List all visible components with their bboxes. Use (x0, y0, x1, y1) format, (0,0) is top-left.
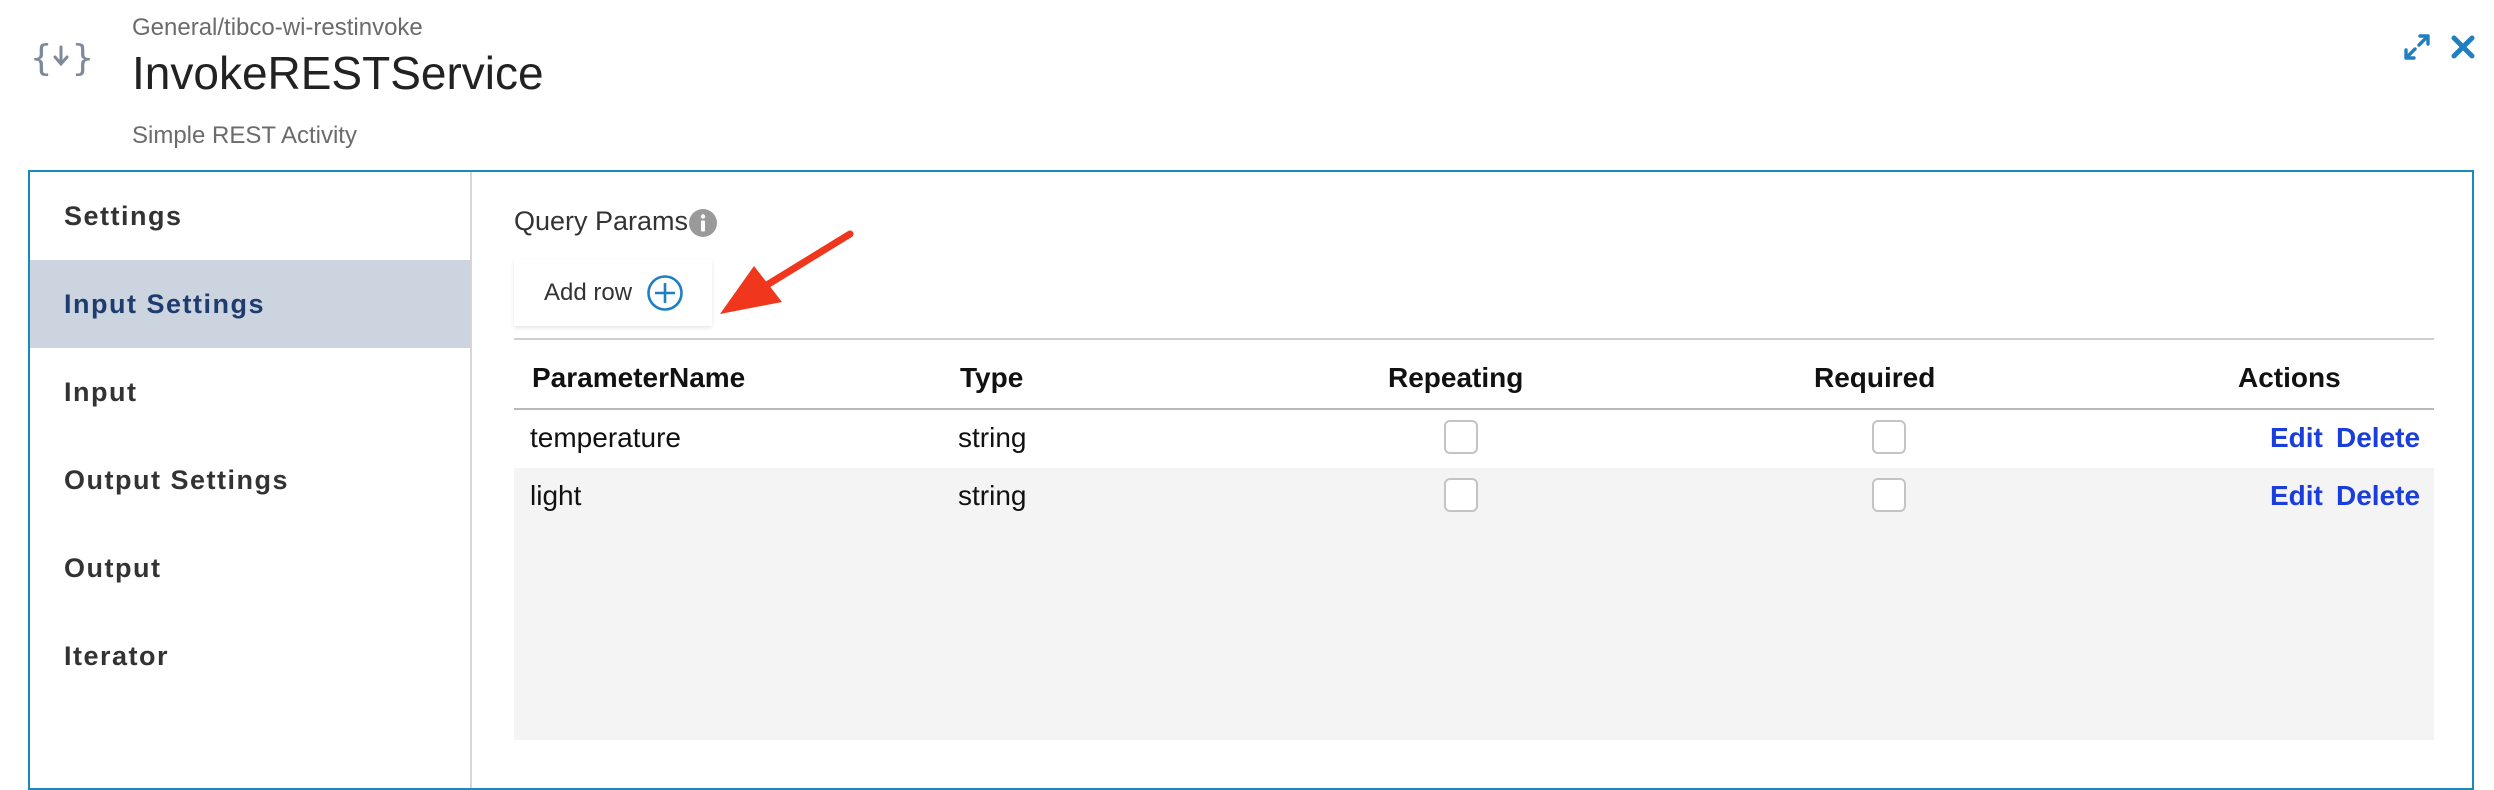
activity-config-panel: Settings Input Settings Input Output Set… (28, 170, 2474, 790)
sidebar-item-label: Output (64, 552, 162, 583)
required-checkbox[interactable] (1872, 420, 1906, 454)
close-icon[interactable] (2446, 30, 2480, 64)
sidebar-item-label: Iterator (64, 640, 170, 671)
sidebar-item-iterator[interactable]: Iterator (30, 612, 470, 700)
query-params-table: ParameterName Type Repeating Required Ac… (514, 338, 2434, 740)
column-header-required: Required (1814, 362, 1936, 393)
parameter-name-cell: light (530, 480, 582, 511)
sidebar-item-label: Output Settings (64, 464, 289, 495)
delete-link[interactable]: Delete (2336, 480, 2420, 512)
sidebar-item-label: Input Settings (64, 288, 265, 319)
table-divider (514, 338, 2434, 340)
sidebar-item-input-settings[interactable]: Input Settings (30, 260, 470, 348)
add-row-control[interactable]: Add row (514, 260, 712, 326)
sidebar-item-output-settings[interactable]: Output Settings (30, 436, 470, 524)
query-params-label: Query Params (514, 206, 689, 236)
activity-title: InvokeRESTService (132, 47, 544, 99)
expand-icon[interactable] (2400, 30, 2434, 64)
repeating-checkbox[interactable] (1444, 420, 1478, 454)
column-header-actions: Actions (2238, 362, 2341, 393)
activity-description: Simple REST Activity (132, 122, 357, 149)
edit-link[interactable]: Edit (2270, 422, 2323, 454)
parameter-name-cell: temperature (530, 422, 681, 453)
table-row: light string Edit Delete (514, 468, 2434, 526)
column-header-type: Type (960, 362, 1024, 393)
type-cell: string (958, 480, 1027, 511)
column-header-repeating: Repeating (1388, 362, 1524, 393)
table-row: temperature string Edit Delete (514, 410, 2434, 468)
edit-link[interactable]: Edit (2270, 480, 2323, 512)
add-row-label: Add row (544, 279, 633, 306)
sidebar-item-input[interactable]: Input (30, 348, 470, 436)
column-header-parametername: ParameterName (532, 362, 746, 393)
annotation-arrow-icon (720, 230, 854, 314)
settings-sidebar: Settings Input Settings Input Output Set… (30, 172, 472, 788)
plus-circle-icon[interactable] (646, 274, 684, 312)
sidebar-item-label: Input (64, 376, 138, 407)
sidebar-item-output[interactable]: Output (30, 524, 470, 612)
activity-path: General/tibco-wi-restinvoke (132, 14, 423, 41)
type-cell: string (958, 422, 1027, 453)
required-checkbox[interactable] (1872, 478, 1906, 512)
delete-link[interactable]: Delete (2336, 422, 2420, 454)
sidebar-item-settings[interactable]: Settings (30, 172, 470, 260)
sidebar-item-label: Settings (64, 200, 183, 231)
curly-braces-download-icon: { } (30, 37, 93, 79)
repeating-checkbox[interactable] (1444, 478, 1478, 512)
